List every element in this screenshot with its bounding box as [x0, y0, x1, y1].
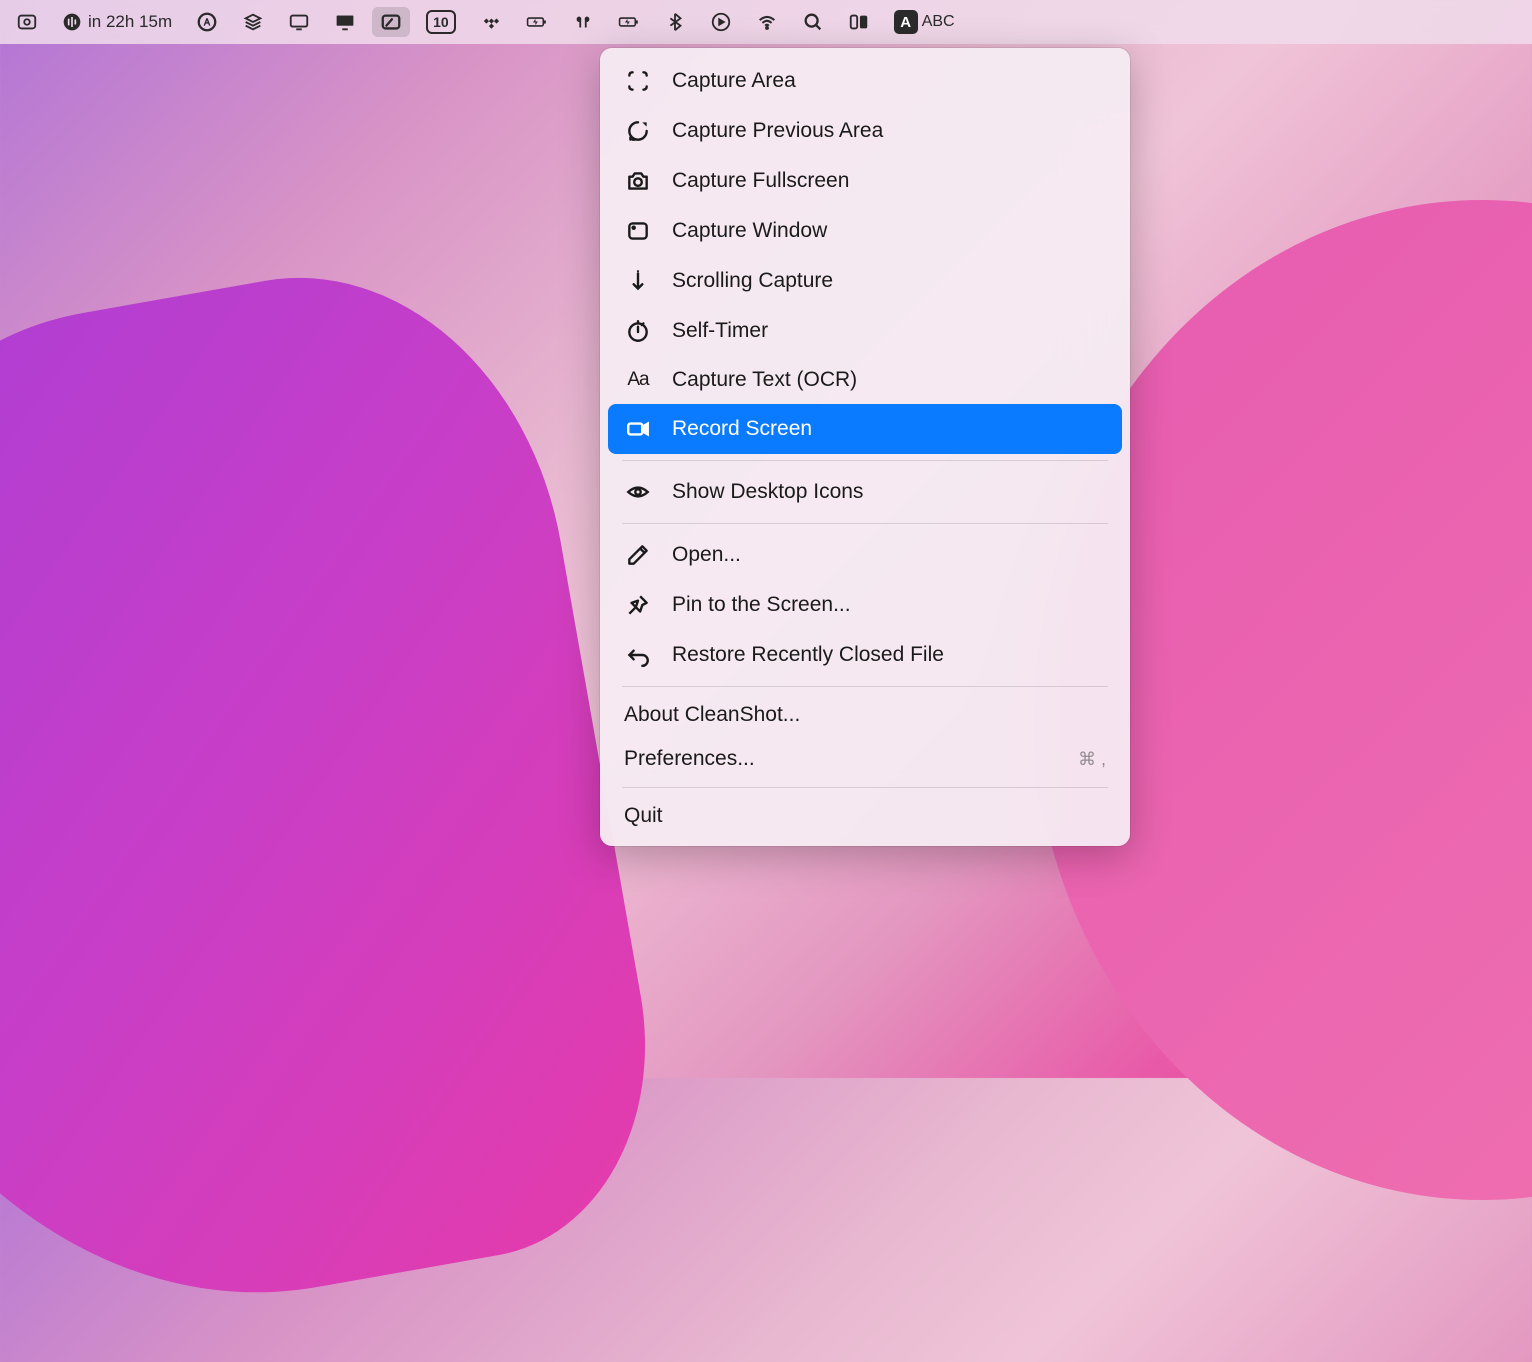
menu-pin-to-screen[interactable]: Pin to the Screen...: [608, 580, 1122, 630]
menu-item-label: Record Screen: [672, 417, 812, 441]
countdown-text: in 22h 15m: [88, 12, 172, 32]
menu-item-label: Scrolling Capture: [672, 269, 833, 293]
input-source-label: ABC: [922, 13, 955, 31]
camera-app-icon[interactable]: [16, 11, 38, 33]
separator: [622, 523, 1108, 524]
menu-item-label: Quit: [624, 804, 663, 828]
capture-previous-icon: [624, 118, 652, 144]
timer-icon: [624, 318, 652, 344]
shortcut-text: ⌘ ,: [1078, 749, 1106, 770]
camera-icon: [624, 168, 652, 194]
tidal-icon[interactable]: [480, 11, 502, 33]
play-circle-icon[interactable]: [710, 11, 732, 33]
menu-scrolling-capture[interactable]: Scrolling Capture: [608, 256, 1122, 306]
menu-item-label: Capture Previous Area: [672, 119, 883, 143]
menu-self-timer[interactable]: Self-Timer: [608, 306, 1122, 356]
menu-item-label: Capture Area: [672, 69, 796, 93]
calendar-day-text: 10: [433, 14, 449, 30]
menu-capture-area[interactable]: Capture Area: [608, 56, 1122, 106]
cleanshot-dropdown: Capture Area Capture Previous Area Captu…: [600, 48, 1130, 846]
countdown-indicator[interactable]: in 22h 15m: [62, 12, 172, 32]
arrow-down-icon: [624, 268, 652, 294]
menu-item-label: Preferences...: [624, 747, 755, 771]
input-source-icon[interactable]: A ABC: [894, 10, 955, 34]
menu-item-label: Self-Timer: [672, 319, 768, 343]
video-camera-icon: [624, 416, 652, 442]
separator: [622, 686, 1108, 687]
calendar-day-icon[interactable]: 10: [426, 10, 456, 34]
menu-capture-text-ocr[interactable]: Aa Capture Text (OCR): [608, 356, 1122, 404]
menu-capture-window[interactable]: Capture Window: [608, 206, 1122, 256]
search-icon[interactable]: [802, 11, 824, 33]
menu-item-label: Show Desktop Icons: [672, 480, 863, 504]
window-icon: [624, 218, 652, 244]
control-center-icon[interactable]: [848, 11, 870, 33]
separator: [622, 787, 1108, 788]
menu-capture-fullscreen[interactable]: Capture Fullscreen: [608, 156, 1122, 206]
menu-item-label: Restore Recently Closed File: [672, 643, 944, 667]
menubar-left: in 22h 15m 10: [16, 7, 955, 37]
text-aa-icon: Aa: [624, 369, 652, 391]
stack-icon[interactable]: [242, 11, 264, 33]
menu-item-label: Capture Window: [672, 219, 827, 243]
menu-open[interactable]: Open...: [608, 530, 1122, 580]
eye-icon: [624, 479, 652, 505]
menu-quit[interactable]: Quit: [608, 794, 1122, 838]
menu-item-label: Capture Text (OCR): [672, 368, 857, 392]
bluetooth-icon[interactable]: [664, 11, 686, 33]
airpods-icon[interactable]: [572, 11, 594, 33]
wifi-icon[interactable]: [756, 11, 778, 33]
battery2-icon[interactable]: [618, 11, 640, 33]
pencil-icon: [624, 542, 652, 568]
menu-capture-previous-area[interactable]: Capture Previous Area: [608, 106, 1122, 156]
pin-icon: [624, 592, 652, 618]
cleanshot-icon[interactable]: [372, 7, 410, 37]
input-source-a: A: [894, 10, 918, 34]
menu-about-cleanshot[interactable]: About CleanShot...: [608, 693, 1122, 737]
menu-item-label: Open...: [672, 543, 741, 567]
app-a-icon[interactable]: [196, 11, 218, 33]
menu-restore-closed-file[interactable]: Restore Recently Closed File: [608, 630, 1122, 680]
monitor-filled-icon[interactable]: [334, 11, 356, 33]
capture-area-icon: [624, 68, 652, 94]
menu-show-desktop-icons[interactable]: Show Desktop Icons: [608, 467, 1122, 517]
display-icon[interactable]: [288, 11, 310, 33]
menu-record-screen[interactable]: Record Screen: [608, 404, 1122, 454]
menu-item-label: Capture Fullscreen: [672, 169, 849, 193]
menu-preferences[interactable]: Preferences... ⌘ ,: [608, 737, 1122, 781]
separator: [622, 460, 1108, 461]
menubar: in 22h 15m 10: [0, 0, 1532, 44]
battery-charging-icon[interactable]: [526, 11, 548, 33]
menu-item-label: Pin to the Screen...: [672, 593, 851, 617]
menu-item-label: About CleanShot...: [624, 703, 800, 727]
undo-icon: [624, 642, 652, 668]
